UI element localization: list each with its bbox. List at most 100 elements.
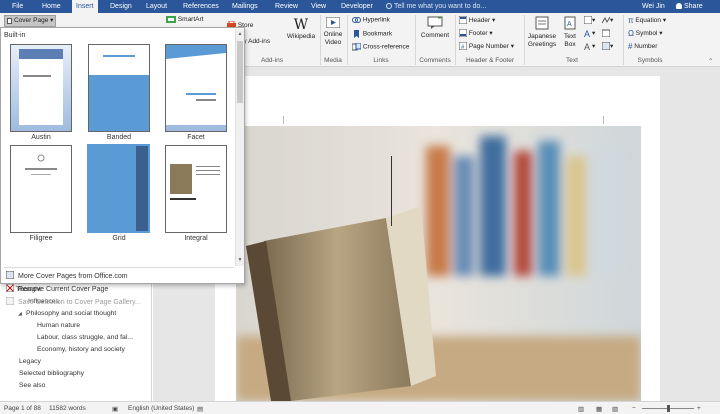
austin-title-line <box>23 75 51 77</box>
symbol-label: Symbol <box>635 30 658 38</box>
nav-heading[interactable]: ◢ Philosophy and social thought <box>18 310 116 317</box>
text-box-label: Text Box <box>564 33 576 48</box>
share-button[interactable]: Share <box>676 0 703 13</box>
user-name[interactable]: Wei Jin <box>642 0 665 13</box>
svg-text:A: A <box>584 29 590 37</box>
print-layout-button[interactable]: ▦ <box>596 405 602 413</box>
page-number-icon: # <box>459 42 467 51</box>
nav-heading[interactable]: Selected bibliography <box>19 370 84 377</box>
proofing-icon[interactable]: ▣ <box>112 405 118 413</box>
footer-button[interactable]: Footer ▾ <box>459 29 493 38</box>
tab-view[interactable]: View <box>307 0 330 13</box>
tab-layout[interactable]: Layout <box>142 0 171 13</box>
austin-band <box>19 49 63 59</box>
collapse-ribbon-icon[interactable]: ⌃ <box>708 57 713 65</box>
tab-insert[interactable]: Insert <box>72 0 98 13</box>
language-indicator[interactable]: English (United States) <box>128 405 194 412</box>
cover-name-integral: Integral <box>184 235 208 242</box>
symbol-button[interactable]: Ω Symbol ▾ <box>628 29 663 38</box>
tab-file[interactable]: File <box>8 0 27 13</box>
hyperlink-button[interactable]: Hyperlink <box>352 16 390 24</box>
chevron-down-icon: ▾ <box>592 43 596 50</box>
chevron-down-icon: ▾ <box>490 17 496 24</box>
tab-design[interactable]: Design <box>106 0 136 13</box>
cover-thumbnail-facet[interactable] <box>165 44 227 132</box>
bookmark-button[interactable]: Bookmark <box>352 30 392 38</box>
nav-heading[interactable]: Legacy <box>19 358 41 365</box>
nav-heading[interactable]: See also <box>19 382 45 389</box>
online-video-button[interactable]: Online Video <box>322 16 344 47</box>
scroll-up-icon[interactable]: ▲ <box>237 31 243 37</box>
object-icon <box>602 42 610 51</box>
word-count[interactable]: 11582 words <box>49 405 86 412</box>
web-layout-button[interactable]: ▧ <box>612 405 618 413</box>
scroll-down-icon[interactable]: ▼ <box>237 257 243 263</box>
chevron-down-icon: ▾ <box>610 43 614 50</box>
zoom-out-button[interactable]: − <box>632 405 636 412</box>
zoom-slider-thumb[interactable] <box>667 405 670 412</box>
comment-button[interactable]: Comment <box>418 16 452 39</box>
collapse-triangle-icon[interactable]: ◢ <box>18 311 26 317</box>
cover-thumbnail-grid[interactable] <box>87 144 150 233</box>
calendar-icon <box>602 29 610 37</box>
omega-icon: Ω <box>628 29 634 38</box>
text-box-button[interactable]: A Text Box <box>561 16 579 49</box>
number-button[interactable]: # Number <box>628 42 657 51</box>
cover-thumbnail-austin[interactable] <box>10 44 72 132</box>
quick-parts-button[interactable]: ▾ <box>584 16 595 25</box>
banded-top <box>89 45 149 75</box>
hyperlink-label: Hyperlink <box>362 16 390 24</box>
signature-line-button[interactable]: ▾ <box>602 16 613 24</box>
tab-developer[interactable]: Developer <box>337 0 377 13</box>
cover-thumbnail-banded[interactable] <box>88 44 150 132</box>
macro-record-icon[interactable]: ▤ <box>197 405 203 413</box>
date-time-button[interactable] <box>602 29 610 37</box>
wordart-button[interactable]: A ▾ <box>584 29 595 37</box>
more-cover-pages-item[interactable]: More Cover Pages from Office.com <box>6 271 128 280</box>
tab-references[interactable]: References <box>179 0 223 13</box>
object-button[interactable]: ▾ <box>602 42 614 51</box>
read-mode-button[interactable]: ▥ <box>578 405 584 413</box>
cross-reference-label: Cross-reference <box>362 43 410 51</box>
tab-mailings[interactable]: Mailings <box>228 0 262 13</box>
tell-me-box[interactable]: Tell me what you want to do... <box>386 0 486 13</box>
drop-cap-button[interactable]: A ▾ <box>584 42 595 50</box>
nav-heading[interactable]: Economy, history and society <box>37 346 125 353</box>
ribbon-tab-bar: File Home Insert Design Layout Reference… <box>0 0 720 13</box>
cover-name-facet: Facet <box>187 134 205 141</box>
cover-thumbnail-filigree[interactable] <box>10 145 72 233</box>
tab-home[interactable]: Home <box>38 0 65 13</box>
signature-icon <box>602 17 610 24</box>
equation-button[interactable]: π Equation ▾ <box>628 16 666 25</box>
status-bar: Page 1 of 88 11582 words ▣ English (Unit… <box>0 401 720 414</box>
page-number-button[interactable]: # Page Number ▾ <box>459 42 514 51</box>
wordart-icon: A <box>584 29 590 37</box>
nav-heading[interactable]: Human nature <box>37 322 80 329</box>
page-count[interactable]: Page 1 of 88 <box>4 405 41 412</box>
chevron-down-icon: ▾ <box>657 30 663 38</box>
remove-cover-page-item[interactable]: Remove Current Cover Page <box>6 284 108 293</box>
more-cover-pages-label: More Cover Pages from Office.com <box>18 273 128 280</box>
scrollbar-thumb[interactable] <box>237 41 243 103</box>
facet-preview <box>166 45 226 131</box>
tab-review[interactable]: Review <box>271 0 302 13</box>
book-photo[interactable] <box>236 126 641 401</box>
header-button[interactable]: Header ▾ <box>459 16 496 25</box>
person-icon <box>676 3 682 9</box>
number-label: Number <box>634 43 658 51</box>
cover-page-button[interactable]: Cover Page ▾ <box>4 15 56 27</box>
header-icon <box>459 16 467 25</box>
chevron-down-icon: ▾ <box>661 17 667 25</box>
save-selection-icon <box>6 297 14 305</box>
cross-reference-button[interactable]: Cross-reference <box>352 43 409 51</box>
wikipedia-button[interactable]: W Wikipedia <box>286 17 316 40</box>
smartart-button[interactable]: SmartArt <box>166 15 203 24</box>
zoom-in-button[interactable]: + <box>697 405 701 412</box>
nav-heading[interactable]: Labour, class struggle, and fal... <box>37 334 133 341</box>
drop-cap-icon: A <box>584 42 590 50</box>
gallery-scrollbar[interactable]: ▲ ▼ <box>235 29 244 266</box>
footer-icon <box>459 29 467 38</box>
japanese-greetings-button[interactable]: Japanese Greetings <box>524 16 560 49</box>
comment-label: Comment <box>420 32 450 39</box>
cover-thumbnail-integral[interactable] <box>165 145 227 233</box>
